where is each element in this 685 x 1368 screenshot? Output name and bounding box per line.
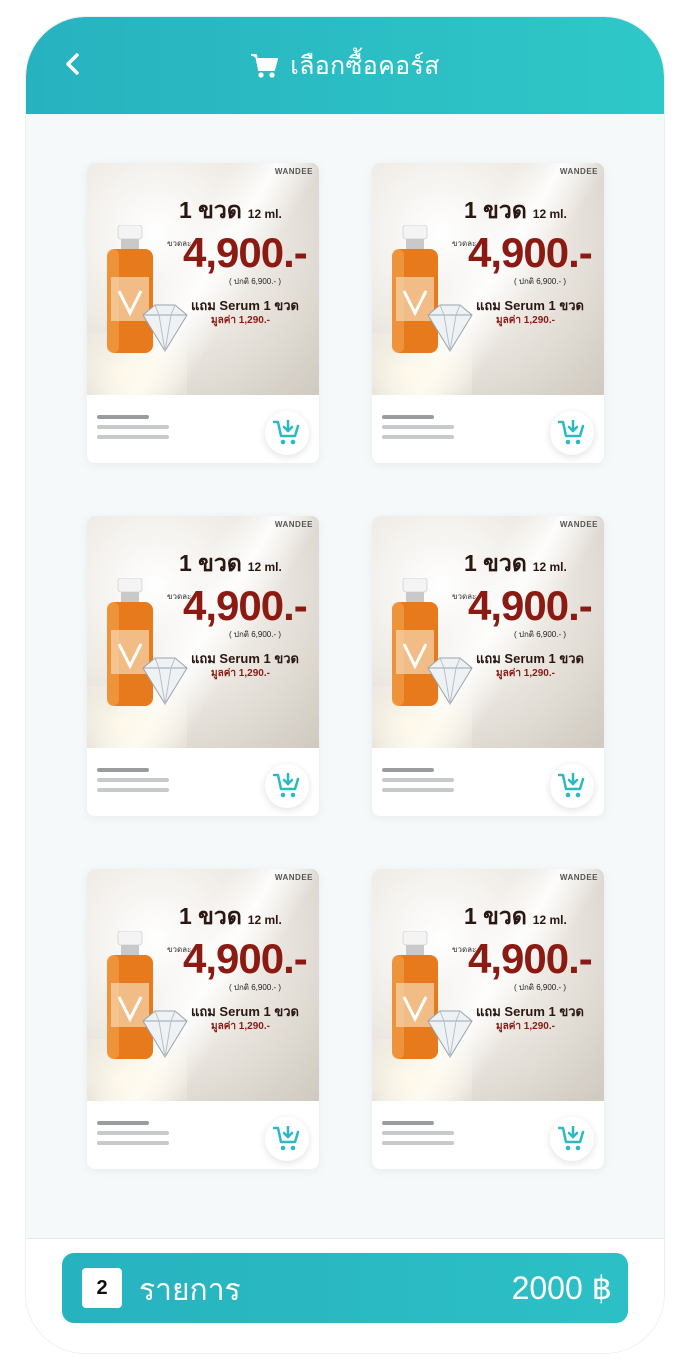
product-card[interactable]: WANDEE 1 ขวด 12 ml. ขวดละ 4,900.- ( ปกติ … xyxy=(87,516,319,816)
product-text-placeholder xyxy=(97,415,169,445)
promo-price: 4,900.- xyxy=(468,229,593,276)
add-to-cart-button[interactable] xyxy=(550,411,594,455)
promo-headline: 1 ขวด 12 ml. xyxy=(179,903,282,929)
add-to-cart-button[interactable] xyxy=(550,1117,594,1161)
normal-price: ( ปกติ 6,900.- ) xyxy=(514,277,567,286)
brand-label: WANDEE xyxy=(274,167,313,176)
promo-price: 4,900.- xyxy=(183,229,308,276)
brand-label: WANDEE xyxy=(274,873,313,882)
brand-label: WANDEE xyxy=(274,520,313,529)
gift-value: มูลค่า 1,290.- xyxy=(211,315,270,326)
promo-headline: 1 ขวด 12 ml. xyxy=(464,903,567,929)
product-text-placeholder xyxy=(382,1121,454,1151)
phone-frame: เลือกซื้อคอร์ส WANDEE 1 ขวด 12 ml. ขวดละ … xyxy=(25,16,665,1354)
product-card[interactable]: WANDEE 1 ขวด 12 ml. ขวดละ 4,900.- ( ปกติ … xyxy=(372,163,604,463)
promo-price: 4,900.- xyxy=(183,935,308,982)
normal-price: ( ปกติ 6,900.- ) xyxy=(229,630,282,639)
diamond-icon xyxy=(142,657,188,705)
diamond-icon xyxy=(427,1010,473,1058)
normal-price: ( ปกติ 6,900.- ) xyxy=(514,983,567,992)
brand-label: WANDEE xyxy=(559,520,598,529)
cart-summary-button[interactable]: 2 รายการ 2000 ฿ xyxy=(62,1253,628,1323)
promo-headline: 1 ขวด 12 ml. xyxy=(179,550,282,576)
add-to-cart-button[interactable] xyxy=(550,764,594,808)
gift-value: มูลค่า 1,290.- xyxy=(496,1021,555,1032)
product-card[interactable]: WANDEE 1 ขวด 12 ml. ขวดละ 4,900.- ( ปกติ … xyxy=(372,869,604,1169)
promo-headline: 1 ขวด 12 ml. xyxy=(464,550,567,576)
promo-headline: 1 ขวด 12 ml. xyxy=(464,197,567,223)
add-to-cart-icon xyxy=(273,420,300,445)
gift-value: มูลค่า 1,290.- xyxy=(496,668,555,679)
add-to-cart-icon xyxy=(273,1126,300,1151)
add-to-cart-icon xyxy=(558,1126,585,1151)
product-card[interactable]: WANDEE 1 ขวด 12 ml. ขวดละ 4,900.- ( ปกติ … xyxy=(87,869,319,1169)
product-promo-image: WANDEE 1 ขวด 12 ml. ขวดละ 4,900.- ( ปกติ … xyxy=(372,869,604,1101)
gift-value: มูลค่า 1,290.- xyxy=(211,668,270,679)
diamond-icon xyxy=(427,304,473,352)
add-to-cart-icon xyxy=(558,420,585,445)
diamond-icon xyxy=(142,304,188,352)
product-promo-image: WANDEE 1 ขวด 12 ml. ขวดละ 4,900.- ( ปกติ … xyxy=(87,516,319,748)
normal-price: ( ปกติ 6,900.- ) xyxy=(229,277,282,286)
product-promo-image: WANDEE 1 ขวด 12 ml. ขวดละ 4,900.- ( ปกติ … xyxy=(87,163,319,395)
add-to-cart-button[interactable] xyxy=(265,411,309,455)
promo-price: 4,900.- xyxy=(183,582,308,629)
items-label: รายการ xyxy=(139,1274,241,1307)
product-card[interactable]: WANDEE 1 ขวด 12 ml. ขวดละ 4,900.- ( ปกติ … xyxy=(372,516,604,816)
add-to-cart-icon xyxy=(558,773,585,798)
promo-price: 4,900.- xyxy=(468,582,593,629)
add-to-cart-icon xyxy=(273,773,300,798)
cart-total: 2000 ฿ xyxy=(511,1270,612,1306)
promo-headline: 1 ขวด 12 ml. xyxy=(179,197,282,223)
product-grid: WANDEE 1 ขวด 12 ml. ขวดละ 4,900.- ( ปกติ … xyxy=(26,17,664,1353)
gift-value: มูลค่า 1,290.- xyxy=(211,1021,270,1032)
product-card[interactable]: WANDEE 1 ขวด 12 ml. ขวดละ 4,900.- ( ปกติ … xyxy=(87,163,319,463)
diamond-icon xyxy=(142,1010,188,1058)
product-text-placeholder xyxy=(97,1121,169,1151)
normal-price: ( ปกติ 6,900.- ) xyxy=(514,630,567,639)
product-text-placeholder xyxy=(97,768,169,798)
gift-value: มูลค่า 1,290.- xyxy=(496,315,555,326)
promo-price: 4,900.- xyxy=(468,935,593,982)
add-to-cart-button[interactable] xyxy=(265,764,309,808)
brand-label: WANDEE xyxy=(559,167,598,176)
add-to-cart-button[interactable] xyxy=(265,1117,309,1161)
product-promo-image: WANDEE 1 ขวด 12 ml. ขวดละ 4,900.- ( ปกติ … xyxy=(372,163,604,395)
product-promo-image: WANDEE 1 ขวด 12 ml. ขวดละ 4,900.- ( ปกติ … xyxy=(372,516,604,748)
normal-price: ( ปกติ 6,900.- ) xyxy=(229,983,282,992)
product-text-placeholder xyxy=(382,415,454,445)
product-text-placeholder xyxy=(382,768,454,798)
brand-label: WANDEE xyxy=(559,873,598,882)
product-promo-image: WANDEE 1 ขวด 12 ml. ขวดละ 4,900.- ( ปกติ … xyxy=(87,869,319,1101)
cart-count-badge: 2 xyxy=(82,1268,122,1308)
diamond-icon xyxy=(427,657,473,705)
